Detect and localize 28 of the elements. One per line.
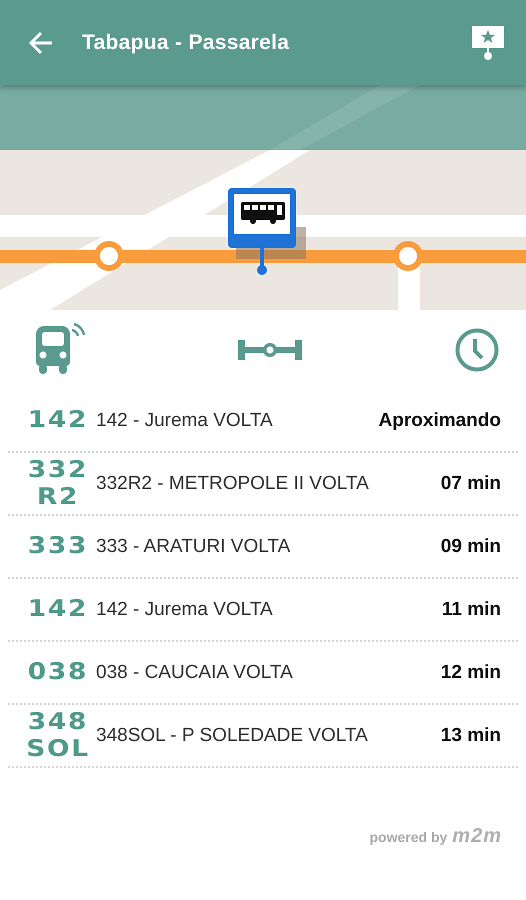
route-code: R2 xyxy=(36,484,80,510)
route-code: 142 xyxy=(28,407,88,434)
stop-title: Tabapua - Passarela xyxy=(82,30,290,54)
arrival-time: 09 min xyxy=(440,536,501,558)
route-name: 333 - ARATURI VOLTA xyxy=(96,536,292,558)
route-code: 142 xyxy=(28,596,88,623)
arrival-time: 07 min xyxy=(440,472,501,494)
route-code: 038 xyxy=(28,659,88,686)
route-name: 038 - CAUCAIA VOLTA xyxy=(96,662,294,684)
m2m-logo: m2m xyxy=(452,825,502,848)
bus-stop-icon[interactable] xyxy=(228,188,306,275)
powered-by-text: powered by xyxy=(370,829,448,845)
route-line-icon xyxy=(238,339,302,361)
route-name: 332R2 - METROPOLE II VOLTA xyxy=(96,472,370,494)
favorite-stop-button[interactable] xyxy=(470,24,506,62)
route-name: 348SOL - P SOLEDADE VOLTA xyxy=(96,724,369,746)
arrival-time: 12 min xyxy=(440,662,501,684)
clock-icon xyxy=(454,327,500,373)
route-name: 142 - Jurema VOLTA xyxy=(96,598,274,620)
arrival-time: 11 min xyxy=(442,598,501,620)
route-code: SOL xyxy=(26,736,90,762)
route-code: 333 xyxy=(28,533,88,560)
route-code: 348 xyxy=(28,708,88,736)
arrival-time: Aproximando xyxy=(378,410,501,432)
arrival-time: 13 min xyxy=(440,724,501,746)
route-code: 332 xyxy=(28,456,88,484)
back-button[interactable] xyxy=(28,30,54,56)
route-name: 142 - Jurema VOLTA xyxy=(96,410,274,432)
